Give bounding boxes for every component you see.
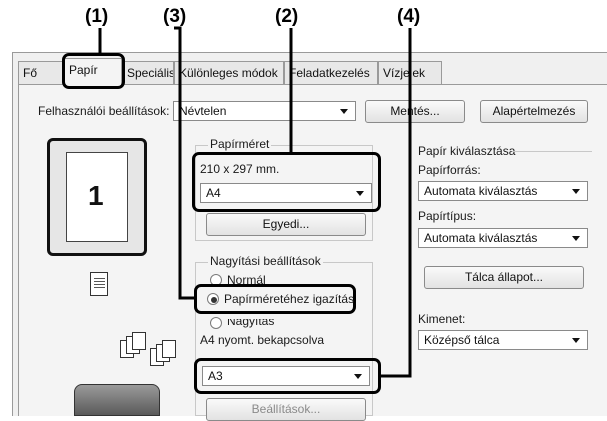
output-select[interactable]: Középső tálca xyxy=(418,330,588,350)
user-settings-label: Felhasználói beállítások: xyxy=(38,104,170,118)
callout-1: (1) xyxy=(85,6,109,27)
zoom-settings-group-label: Nagyítási beállítások xyxy=(208,254,323,268)
callout-1-highlight xyxy=(62,53,125,89)
callout-3-highlight: Papírméretéhez igazítás xyxy=(194,284,356,314)
paper-size-group-label: Papírméret xyxy=(208,137,272,151)
custom-size-button[interactable]: Egyedi... xyxy=(206,213,366,236)
radio-zoom[interactable] xyxy=(210,317,222,329)
default-button[interactable]: Alapértelmezés xyxy=(480,100,588,123)
paper-type-value: Automata kiválasztás xyxy=(424,231,538,245)
callout-4: (4) xyxy=(397,6,421,27)
tab-watermarks[interactable]: Vízjelek xyxy=(378,61,442,84)
printer-icon xyxy=(74,384,160,416)
document-icon xyxy=(90,272,108,296)
callout-4-highlight xyxy=(194,358,381,394)
paper-selection-group-line xyxy=(512,151,592,152)
tab-special[interactable]: Speciális xyxy=(122,61,174,84)
radio-fit-to-page[interactable] xyxy=(207,293,219,305)
radio-fit-to-page-label: Papírméretéhez igazítás xyxy=(224,292,355,306)
paper-type-label: Papírtípus: xyxy=(418,209,477,223)
paper-selection-group-label: Papír kiválasztása xyxy=(418,144,516,158)
zoom-settings-button[interactable]: Beállítások... xyxy=(206,398,366,421)
tab-main[interactable]: Fő xyxy=(18,61,64,84)
stacked-pages-icon xyxy=(120,330,180,366)
output-label: Kimenet: xyxy=(418,312,466,326)
save-button[interactable]: Mentés... xyxy=(365,100,465,123)
output-value: Középső tálca xyxy=(424,333,500,347)
tab-special-modes[interactable]: Különleges módok xyxy=(174,61,284,84)
preview-page-number: 1 xyxy=(88,180,104,211)
chevron-down-icon xyxy=(572,189,580,194)
paper-source-label: Papírforrás: xyxy=(418,163,481,177)
callout-2-highlight xyxy=(192,152,381,212)
paper-source-value: Automata kiválasztás xyxy=(424,184,538,198)
tray-status-button[interactable]: Tálca állapot... xyxy=(424,266,584,289)
chevron-down-icon xyxy=(572,338,580,343)
callout-2: (2) xyxy=(275,6,299,27)
tab-job-handling[interactable]: Feladatkezelés xyxy=(284,61,378,84)
chevron-down-icon xyxy=(572,236,580,241)
user-settings-value: Névtelen xyxy=(179,104,227,118)
paper-source-select[interactable]: Automata kiválasztás xyxy=(418,181,588,201)
callout-3: (3) xyxy=(163,6,187,27)
user-settings-select[interactable]: Névtelen xyxy=(173,101,356,121)
paper-type-select[interactable]: Automata kiválasztás xyxy=(418,228,588,248)
zoom-status-text: A4 nyomt. bekapcsolva xyxy=(200,333,325,347)
chevron-down-icon xyxy=(340,109,348,114)
